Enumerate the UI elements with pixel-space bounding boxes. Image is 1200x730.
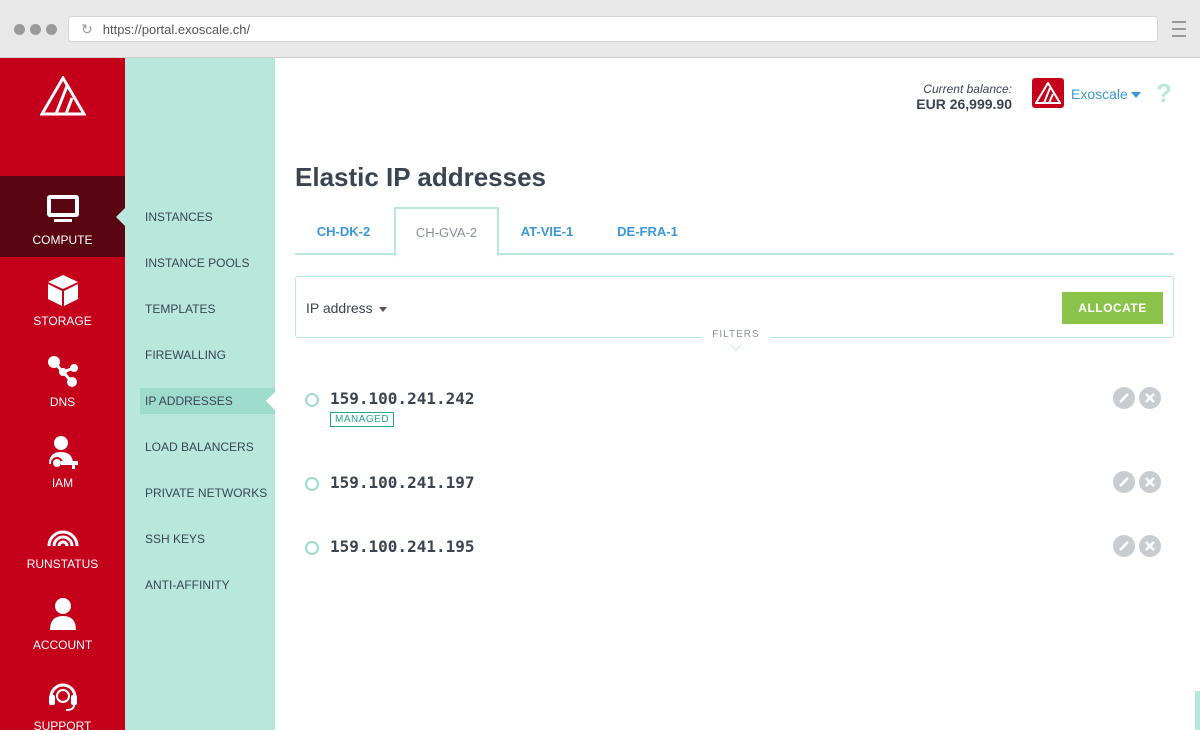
subnav-item-instances[interactable]: INSTANCES — [140, 204, 275, 230]
delete-icon[interactable] — [1139, 535, 1161, 557]
subnav-item-ip-addresses[interactable]: IP ADDRESSES — [140, 388, 275, 414]
organization-name: Exoscale — [1071, 86, 1128, 102]
browser-menu-icon[interactable] — [1172, 21, 1186, 37]
window-dot[interactable] — [14, 24, 25, 35]
ip-address: 159.100.241.197 — [330, 473, 475, 492]
sidebar-item-label: COMPUTE — [32, 233, 93, 247]
reload-icon[interactable]: ↻ — [81, 21, 93, 38]
tab-ch-dk-2[interactable]: CH-DK-2 — [295, 207, 392, 255]
page-title: Elastic IP addresses — [295, 162, 547, 192]
subnav-item-label: TEMPLATES — [145, 302, 216, 316]
subnav-item-label: INSTANCE POOLS — [145, 256, 250, 270]
subnav-item-anti-affinity[interactable]: ANTI-AFFINITY — [140, 572, 275, 598]
subnav-item-label: IP ADDRESSES — [145, 394, 233, 408]
user-key-icon — [45, 434, 81, 470]
subnav-item-load-balancers[interactable]: LOAD BALANCERS — [140, 434, 275, 460]
caret-down-icon — [378, 306, 387, 312]
window-dot[interactable] — [46, 24, 57, 35]
sidebar-item-compute[interactable]: COMPUTE — [0, 176, 125, 257]
subnav-item-label: FIREWALLING — [145, 348, 226, 362]
filter-bar: IP address ALLOCATE FILTERS — [295, 276, 1174, 351]
balance-display: Current balance: EUR 26,999.90 — [916, 82, 1012, 112]
sidebar-item-label: ACCOUNT — [32, 638, 93, 652]
sidebar-item-storage[interactable]: STORAGE — [0, 257, 125, 338]
chevron-down-icon — [730, 339, 742, 351]
headset-icon — [45, 677, 81, 713]
sidebar-item-label: STORAGE — [33, 314, 92, 328]
allocate-button[interactable]: ALLOCATE — [1062, 292, 1163, 324]
ip-list-item: 159.100.241.195 — [305, 535, 1175, 581]
compute-subnav: INSTANCES INSTANCE POOLS TEMPLATES FIREW… — [125, 58, 275, 730]
ip-select-radio[interactable] — [305, 477, 319, 491]
sidebar-item-dns[interactable]: DNS — [0, 338, 125, 419]
subnav-item-firewalling[interactable]: FIREWALLING — [140, 342, 275, 368]
sidebar-item-iam[interactable]: IAM — [0, 419, 125, 500]
user-icon — [45, 596, 81, 632]
url-text: https://portal.exoscale.ch/ — [102, 21, 251, 37]
organization-switcher[interactable]: Exoscale — [1071, 86, 1141, 102]
scrollbar-thumb[interactable] — [1195, 691, 1200, 730]
edit-icon[interactable] — [1113, 387, 1135, 409]
address-bar[interactable]: ↻ https://portal.exoscale.ch/ — [68, 16, 1158, 42]
edit-icon[interactable] — [1113, 535, 1135, 557]
filters-toggle[interactable]: FILTERS — [703, 329, 769, 351]
subnav-item-label: SSH KEYS — [145, 532, 206, 546]
monitor-icon — [45, 191, 81, 227]
sidebar-item-runstatus[interactable]: RUNSTATUS — [0, 500, 125, 581]
tab-ch-gva-2[interactable]: CH-GVA-2 — [394, 207, 499, 257]
ip-list-item: 159.100.241.197 — [305, 471, 1175, 517]
sidebar-item-label: IAM — [51, 476, 74, 490]
network-icon — [45, 353, 81, 389]
ip-address: 159.100.241.242 — [330, 389, 475, 408]
ip-select-radio[interactable] — [305, 393, 319, 407]
organization-logo-icon[interactable] — [1032, 78, 1064, 108]
edit-icon[interactable] — [1113, 471, 1135, 493]
window-controls — [14, 24, 57, 35]
caret-down-icon — [1130, 92, 1141, 99]
managed-badge: MANAGED — [330, 412, 395, 427]
sidebar-item-label: SUPPORT — [33, 719, 92, 730]
balance-label: Current balance: — [923, 82, 1012, 96]
subnav-item-label: INSTANCES — [145, 210, 213, 224]
zone-tabs: CH-DK-2 CH-GVA-2 AT-VIE-1 DE-FRA-1 — [295, 207, 1174, 257]
tab-de-fra-1[interactable]: DE-FRA-1 — [595, 207, 700, 255]
ip-select-radio[interactable] — [305, 541, 319, 555]
ip-address: 159.100.241.195 — [330, 537, 475, 556]
delete-icon[interactable] — [1139, 387, 1161, 409]
main-sidebar: COMPUTE STORAGE DNS IAM RUNSTATUS ACCOUN… — [0, 58, 125, 730]
subnav-item-label: LOAD BALANCERS — [145, 440, 254, 454]
sidebar-item-label: DNS — [49, 395, 76, 409]
main-content: Current balance: EUR 26,999.90 Exoscale … — [275, 58, 1200, 730]
balance-value: EUR 26,999.90 — [916, 96, 1012, 112]
tab-at-vie-1[interactable]: AT-VIE-1 — [499, 207, 595, 255]
subnav-item-label: PRIVATE NETWORKS — [145, 486, 268, 500]
sidebar-item-label: RUNSTATUS — [26, 557, 99, 571]
sidebar-item-support[interactable]: SUPPORT — [0, 662, 125, 730]
signal-icon — [45, 515, 81, 551]
subnav-item-instance-pools[interactable]: INSTANCE POOLS — [140, 250, 275, 276]
subnav-item-private-networks[interactable]: PRIVATE NETWORKS — [140, 480, 275, 506]
window-dot[interactable] — [30, 24, 41, 35]
sidebar-item-account[interactable]: ACCOUNT — [0, 581, 125, 662]
browser-chrome: ↻ https://portal.exoscale.ch/ — [0, 0, 1200, 58]
exoscale-logo-icon[interactable] — [40, 76, 86, 116]
ip-address-select-label: IP address — [306, 300, 373, 316]
subnav-item-templates[interactable]: TEMPLATES — [140, 296, 275, 322]
delete-icon[interactable] — [1139, 471, 1161, 493]
ip-list-item: 159.100.241.242 MANAGED — [305, 387, 1175, 433]
help-icon[interactable]: ? — [1156, 78, 1172, 109]
cube-icon — [45, 272, 81, 308]
subnav-item-label: ANTI-AFFINITY — [145, 578, 230, 592]
subnav-item-ssh-keys[interactable]: SSH KEYS — [140, 526, 275, 552]
ip-address-sort-select[interactable]: IP address — [306, 300, 387, 316]
